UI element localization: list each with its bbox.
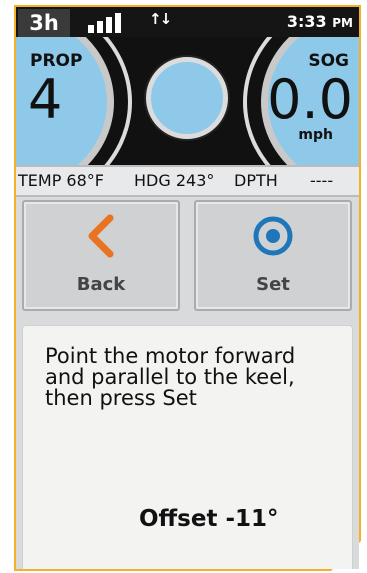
back-button[interactable]: Back (22, 200, 180, 311)
info-strip: TEMP 68°F HDG 243° DPTH ---- (16, 165, 359, 197)
time-badge: 3h (18, 9, 70, 37)
device-screen: 3h ↑↓ 3:33 PM PROP 4 SOG 0.0 mph TEMP 68… (16, 7, 359, 569)
heading-dial (146, 57, 228, 139)
temp-readout: TEMP 68°F (18, 171, 104, 190)
offset-readout: Offset -11° (139, 506, 279, 532)
data-transfer-icon: ↑↓ (149, 10, 172, 28)
depth-value: ---- (310, 171, 334, 190)
heading-readout: HDG 243° (134, 171, 215, 190)
status-clock: 3:33 PM (287, 12, 353, 31)
set-button-label: Set (256, 274, 290, 295)
set-button[interactable]: Set (194, 200, 352, 311)
instruction-panel: Point the motor forward and parallel to … (22, 325, 353, 569)
instruction-text: Point the motor forward and parallel to … (45, 344, 296, 410)
gauge-panel: PROP 4 SOG 0.0 mph (16, 37, 359, 165)
prop-value: 4 (28, 68, 63, 131)
back-button-label: Back (76, 274, 126, 295)
chevron-left-icon (24, 214, 178, 258)
target-icon (196, 214, 350, 258)
depth-label: DPTH (234, 171, 278, 190)
clock-ampm: PM (332, 16, 353, 30)
status-bar: 3h ↑↓ 3:33 PM (16, 7, 359, 37)
sog-value: 0.0 (267, 68, 353, 131)
clock-time: 3:33 (286, 12, 327, 31)
sog-unit: mph (298, 127, 333, 143)
signal-bars-icon (88, 13, 124, 33)
